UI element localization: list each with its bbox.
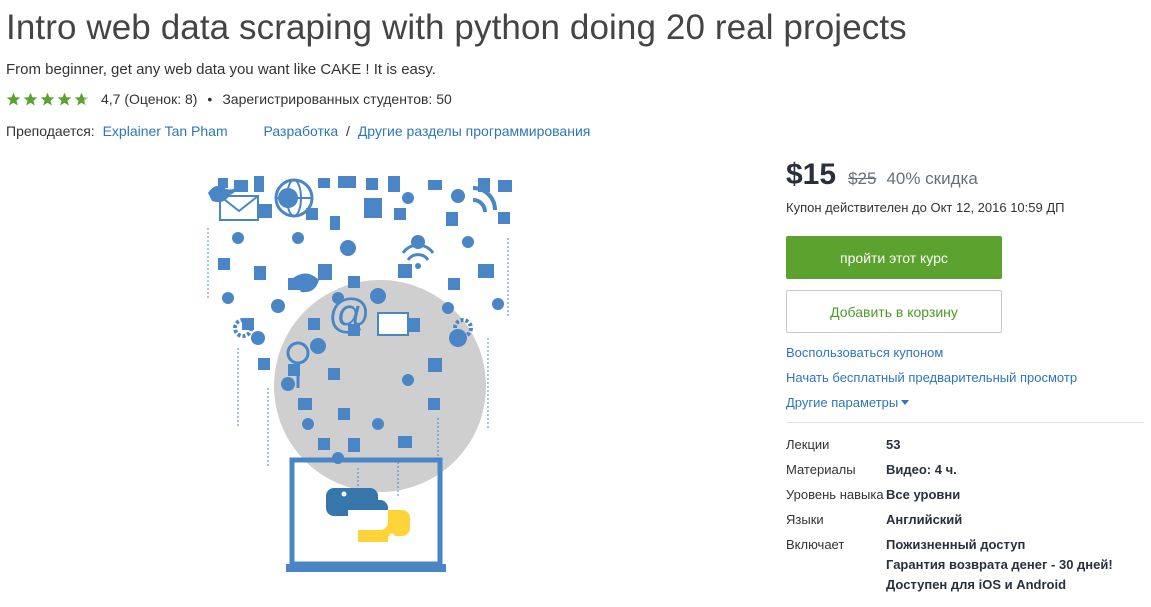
star-icon [57, 92, 72, 105]
detail-row-materials: Материалы Видео: 4 ч. [786, 462, 1146, 477]
take-course-button[interactable]: пройти этот курс [786, 236, 1002, 279]
add-to-cart-button[interactable]: Добавить в корзину [786, 290, 1002, 333]
more-options-link[interactable]: Другие параметры [786, 395, 1146, 410]
level-label: Уровень навыка [786, 487, 884, 502]
breadcrumb-separator: / [346, 123, 350, 139]
star-icon [6, 92, 21, 105]
course-title: Intro web data scraping with python doin… [6, 8, 907, 47]
languages-label: Языки [786, 512, 824, 527]
python-logo-icon [326, 488, 410, 542]
rating-stars [6, 92, 91, 107]
includes-item: Доступен для iOS и Android [886, 577, 1067, 592]
separator-dot: • [207, 91, 213, 107]
detail-row-languages: Языки Английский [786, 512, 1146, 527]
course-details: Лекции 53 Материалы Видео: 4 ч. Уровень … [786, 437, 1146, 597]
category-link-primary[interactable]: Разработка [264, 123, 339, 139]
taught-by-label: Преподается: [6, 123, 95, 139]
svg-text:@: @ [328, 290, 371, 337]
materials-value: Видео: 4 ч. [886, 462, 957, 477]
star-icon [23, 92, 38, 105]
star-icon [74, 92, 89, 105]
course-image: @ [207, 176, 512, 572]
rating-row: 4,7 (Оценок: 8) • Зарегистрированных сту… [6, 91, 452, 107]
course-subtitle: From beginner, get any web data you want… [6, 61, 436, 78]
apply-coupon-link[interactable]: Воспользоваться купоном [786, 345, 1146, 360]
more-options-label: Другие параметры [786, 395, 899, 410]
includes-label: Включает [786, 537, 845, 552]
current-price: $15 [786, 158, 837, 191]
discount-label: 40% скидка [886, 169, 978, 188]
star-icon [40, 92, 55, 105]
taught-by-row: Преподается: Explainer Tan Pham Разработ… [6, 123, 590, 139]
caret-down-icon [901, 400, 910, 405]
free-preview-link[interactable]: Начать бесплатный предварительный просмо… [786, 370, 1146, 385]
includes-item: Гарантия возврата денег - 30 дней! [886, 557, 1113, 572]
detail-row-level: Уровень навыка Все уровни [786, 487, 1146, 502]
coupon-validity: Купон действителен до Окт 12, 2016 10:59… [786, 200, 1065, 215]
rating-text: 4,7 (Оценок: 8) [101, 91, 198, 107]
price-row: $15 $25 40% скидка [786, 158, 1146, 192]
students-count: Зарегистрированных студентов: 50 [222, 91, 452, 107]
purchase-panel: $15 $25 40% скидка Купон действителен до… [786, 158, 1146, 607]
detail-row-includes: Включает Пожизненный доступ Гарантия воз… [786, 537, 1146, 597]
includes-item: Пожизненный доступ [886, 537, 1026, 552]
level-value: Все уровни [886, 487, 961, 502]
lectures-label: Лекции [786, 437, 830, 452]
materials-label: Материалы [786, 462, 856, 477]
lectures-value: 53 [886, 437, 901, 452]
original-price: $25 [848, 169, 877, 188]
divider [786, 422, 1144, 423]
category-link-secondary[interactable]: Другие разделы программирования [358, 123, 591, 139]
detail-row-lectures: Лекции 53 [786, 437, 1146, 452]
instructor-link[interactable]: Explainer Tan Pham [103, 123, 228, 139]
languages-value: Английский [886, 512, 963, 527]
includes-values: Пожизненный доступ Гарантия возврата ден… [886, 537, 1113, 597]
